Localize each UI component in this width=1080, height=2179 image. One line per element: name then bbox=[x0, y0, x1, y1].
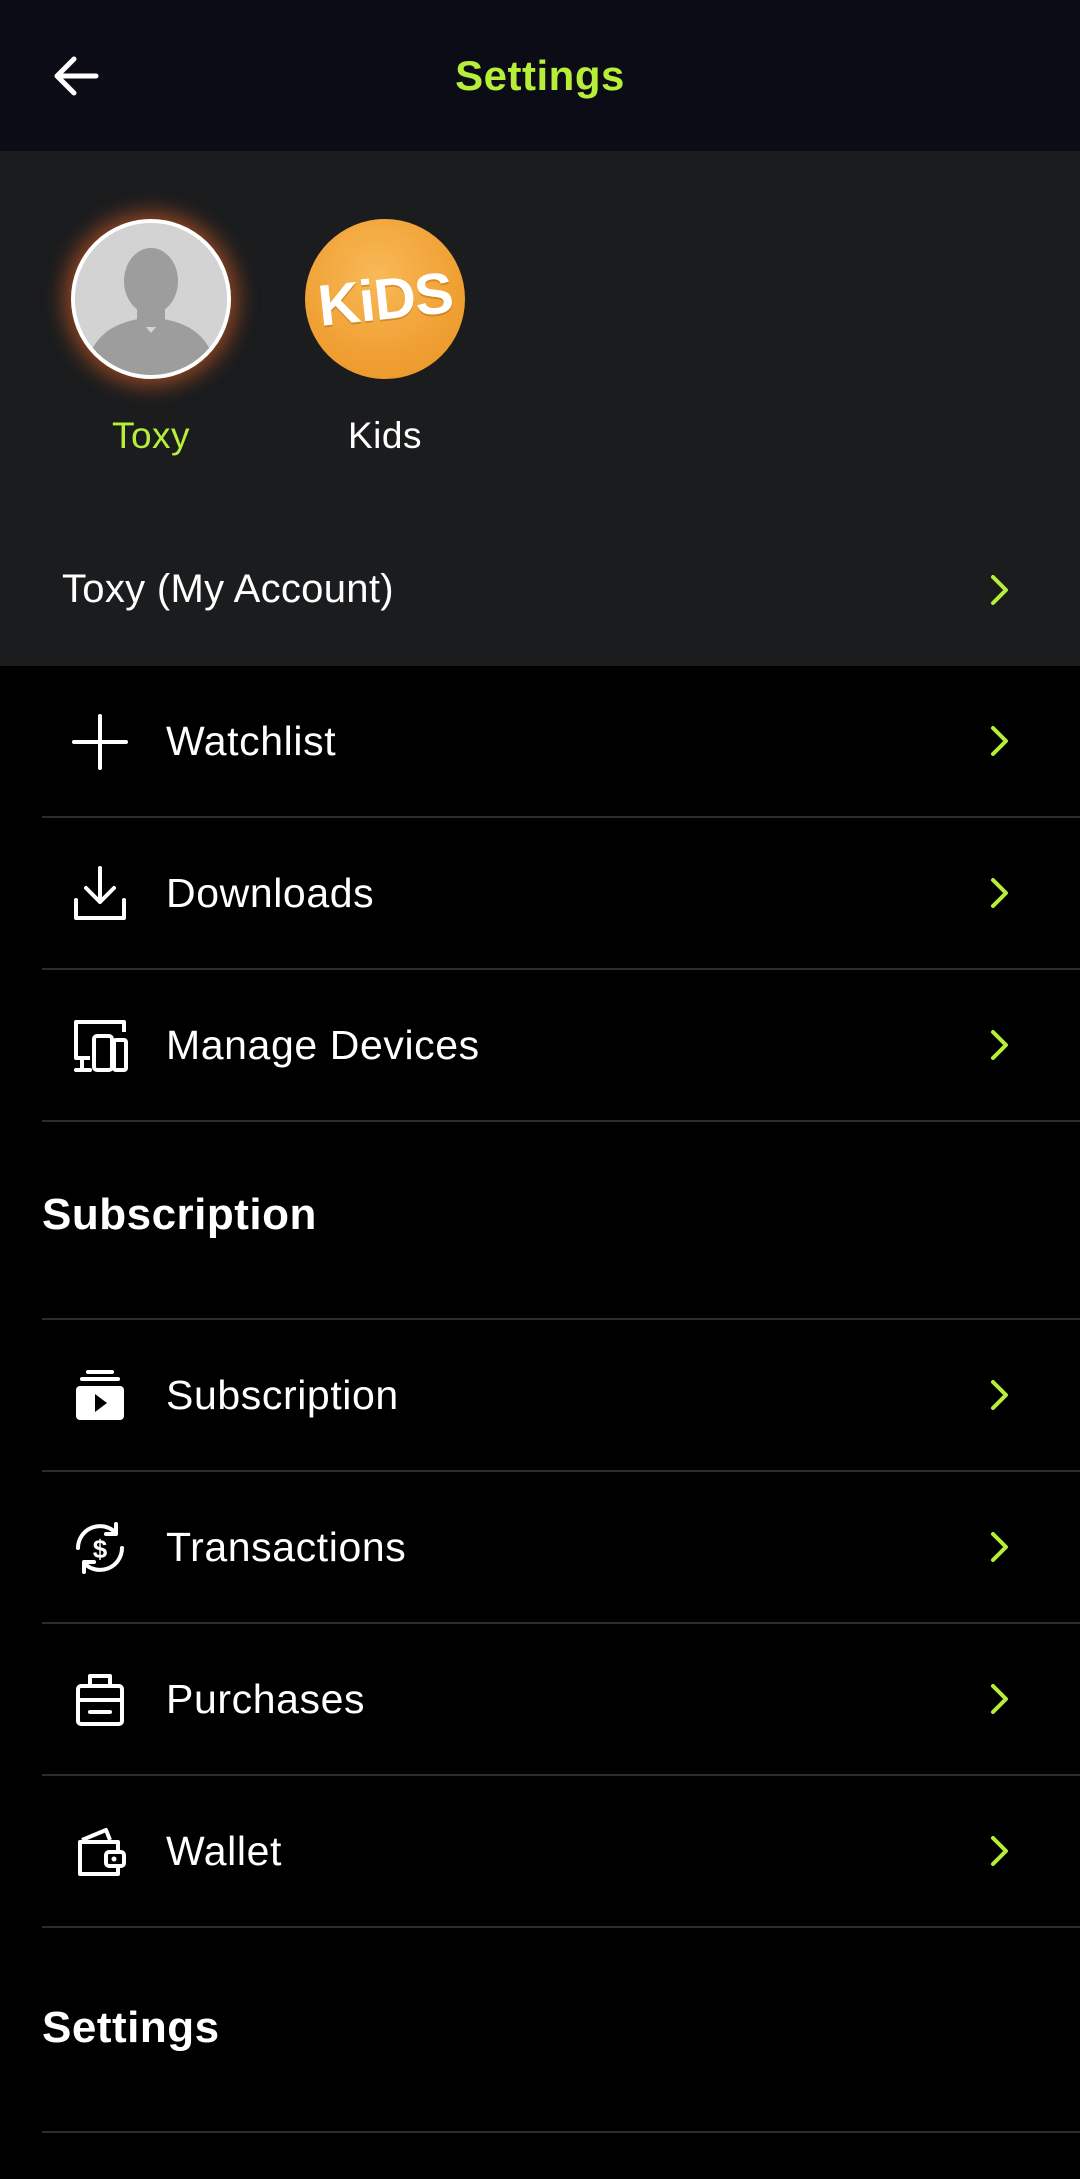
profile-kids[interactable]: KiDS Kids bbox=[285, 219, 485, 457]
menu-item-wallet[interactable]: Wallet bbox=[42, 1776, 1080, 1928]
arrow-left-icon bbox=[54, 56, 99, 96]
menu-item-purchases[interactable]: Purchases bbox=[42, 1624, 1080, 1776]
chevron-right-icon bbox=[986, 724, 1014, 758]
plus-icon bbox=[70, 712, 130, 772]
chevron-right-icon bbox=[986, 876, 1014, 910]
back-button[interactable] bbox=[40, 40, 112, 112]
page-title: Settings bbox=[455, 51, 625, 99]
chevron-right-icon bbox=[986, 1682, 1014, 1716]
menu-item-watchlist[interactable]: Watchlist bbox=[42, 666, 1080, 818]
menu-item-label: Purchases bbox=[166, 1675, 366, 1722]
section-title-settings: Settings bbox=[42, 2003, 220, 2052]
menu-item-label: Wallet bbox=[166, 1827, 282, 1874]
svg-text:$: $ bbox=[93, 1534, 108, 1564]
wallet-icon bbox=[70, 1822, 130, 1882]
chevron-right-icon bbox=[986, 1028, 1014, 1062]
transactions-icon: $ bbox=[70, 1518, 130, 1578]
menu-item-label: Downloads bbox=[166, 869, 375, 916]
kids-avatar: KiDS bbox=[305, 219, 465, 379]
menu-item-transactions[interactable]: $ Transactions bbox=[42, 1472, 1080, 1624]
profile-name: Kids bbox=[348, 415, 422, 456]
section-title-subscription: Subscription bbox=[42, 1190, 317, 1239]
menu-item-subscription[interactable]: Subscription bbox=[42, 1320, 1080, 1472]
chevron-right-icon bbox=[986, 1378, 1014, 1412]
profiles-panel: Toxy KiDS Kids Toxy (My Account) bbox=[0, 151, 1080, 666]
subscription-icon bbox=[70, 1366, 130, 1426]
my-account-label: Toxy (My Account) bbox=[62, 567, 394, 611]
profile-toxy[interactable]: Toxy bbox=[51, 219, 251, 457]
menu-item-label: Watchlist bbox=[166, 717, 337, 764]
chevron-right-icon bbox=[986, 1530, 1014, 1564]
top-app-bar: Settings bbox=[0, 0, 1080, 151]
menu-item-manage-devices[interactable]: Manage Devices bbox=[42, 970, 1080, 1122]
user-avatar bbox=[71, 219, 231, 379]
profile-name: Toxy bbox=[111, 415, 191, 456]
menu-item-label: Subscription bbox=[166, 1371, 399, 1418]
menu-item-label: Transactions bbox=[166, 1523, 407, 1570]
menu-item-label: Manage Devices bbox=[166, 1021, 480, 1068]
kids-logo: KiDS bbox=[314, 259, 456, 339]
section-divider bbox=[42, 2131, 1080, 2133]
menu-item-downloads[interactable]: Downloads bbox=[42, 818, 1080, 970]
devices-icon bbox=[70, 1016, 130, 1076]
my-account-row[interactable]: Toxy (My Account) bbox=[0, 513, 1080, 666]
chevron-right-icon bbox=[986, 573, 1014, 607]
purchases-icon bbox=[70, 1670, 130, 1730]
chevron-right-icon bbox=[986, 1834, 1014, 1868]
default-user-avatar-icon bbox=[75, 223, 227, 375]
download-icon bbox=[70, 864, 130, 924]
